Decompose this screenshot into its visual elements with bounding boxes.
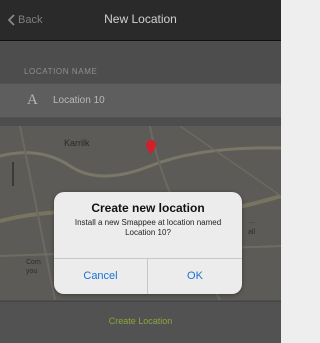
map-legend-text: Com you bbox=[26, 259, 41, 275]
page-title: New Location bbox=[104, 12, 177, 26]
map-place-label: Karrilk bbox=[64, 138, 90, 148]
map-pin-icon bbox=[146, 140, 156, 154]
create-location-bar: Create Location bbox=[0, 301, 281, 343]
alert-ok-button[interactable]: OK bbox=[148, 259, 242, 294]
create-location-alert: Create new location Install a new Smappe… bbox=[54, 192, 242, 294]
alert-title: Create new location bbox=[91, 201, 205, 215]
create-location-button[interactable]: Create Location bbox=[0, 316, 281, 326]
location-name-field[interactable]: A Location 10 bbox=[0, 83, 281, 118]
map-right-text: … all bbox=[248, 218, 256, 236]
location-name-value: Location 10 bbox=[53, 95, 105, 106]
navigation-bar: Back New Location bbox=[0, 0, 281, 41]
location-name-section-label: LOCATION NAME bbox=[24, 67, 98, 76]
alert-cancel-button[interactable]: Cancel bbox=[54, 259, 147, 294]
text-font-icon: A bbox=[27, 92, 38, 108]
alert-message: Install a new Smappee at location named … bbox=[74, 218, 222, 237]
